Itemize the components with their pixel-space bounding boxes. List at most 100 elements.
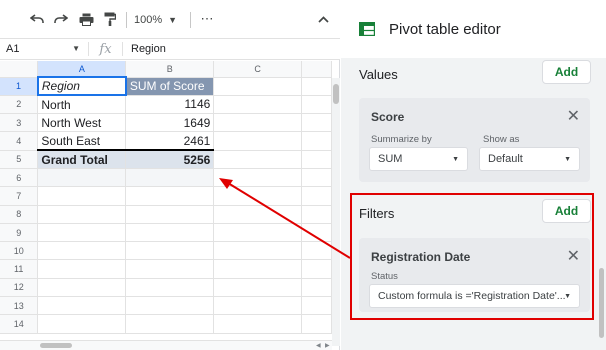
- scrollbar-thumb[interactable]: [333, 84, 339, 104]
- cell[interactable]: [37, 168, 127, 188]
- formula-input[interactable]: Region: [122, 42, 166, 56]
- cell[interactable]: [213, 278, 303, 298]
- column-header-c[interactable]: C: [213, 61, 303, 78]
- pivot-row-value[interactable]: 1649: [125, 113, 215, 133]
- cell[interactable]: [125, 278, 215, 298]
- cell[interactable]: [301, 241, 332, 261]
- cell[interactable]: [37, 205, 127, 224]
- select-all-corner[interactable]: [0, 61, 39, 78]
- pivot-row-label[interactable]: South East: [37, 131, 127, 151]
- zoom-select[interactable]: 100% ▼: [134, 9, 194, 31]
- cell[interactable]: [213, 296, 303, 316]
- cell[interactable]: [301, 150, 332, 169]
- pivot-header-score[interactable]: SUM of Score: [125, 77, 215, 96]
- undo-icon[interactable]: [28, 9, 46, 29]
- cell[interactable]: [37, 241, 127, 261]
- cell[interactable]: [125, 205, 215, 224]
- pivot-row-label[interactable]: North West: [37, 113, 127, 133]
- column-header-b[interactable]: B: [125, 61, 215, 78]
- print-icon[interactable]: [77, 9, 95, 29]
- cell[interactable]: [213, 314, 303, 334]
- cell[interactable]: [301, 259, 332, 279]
- row-header[interactable]: 5: [0, 150, 39, 169]
- cell[interactable]: [125, 186, 215, 206]
- cell[interactable]: [37, 296, 127, 316]
- grand-total-value[interactable]: 5256: [125, 149, 215, 169]
- pivot-header-region[interactable]: Region: [36, 75, 127, 97]
- cell[interactable]: [213, 77, 303, 96]
- row-header[interactable]: 2: [0, 95, 39, 115]
- pivot-row-label[interactable]: North: [37, 95, 127, 115]
- editor-scrollbar[interactable]: [599, 268, 604, 338]
- cell[interactable]: [125, 296, 215, 316]
- cell[interactable]: [125, 241, 215, 261]
- cell[interactable]: [213, 259, 303, 279]
- row-header[interactable]: 9: [0, 223, 39, 243]
- pivot-row-value[interactable]: 1146: [125, 95, 215, 115]
- cell[interactable]: [213, 113, 303, 133]
- cell[interactable]: [301, 205, 332, 224]
- cell[interactable]: [301, 95, 332, 115]
- cell[interactable]: [37, 223, 127, 243]
- row-header[interactable]: 13: [0, 296, 39, 316]
- cell[interactable]: [37, 186, 127, 206]
- close-icon[interactable]: ✕: [567, 106, 580, 126]
- cell[interactable]: [125, 168, 215, 188]
- row-header[interactable]: 12: [0, 278, 39, 298]
- cell[interactable]: [213, 186, 303, 206]
- pivot-row-value[interactable]: 2461: [125, 131, 215, 151]
- cell[interactable]: [125, 223, 215, 243]
- cell[interactable]: [213, 205, 303, 224]
- cell[interactable]: [37, 278, 127, 298]
- row-header[interactable]: 14: [0, 314, 39, 334]
- cell[interactable]: [301, 186, 332, 206]
- paint-format-icon[interactable]: [101, 9, 119, 29]
- cell[interactable]: [213, 241, 303, 261]
- cell[interactable]: [301, 131, 332, 151]
- name-box[interactable]: A1 ▼: [0, 39, 88, 59]
- scroll-left-icon[interactable]: ◀: [316, 342, 321, 349]
- cell[interactable]: [301, 77, 332, 96]
- cell[interactable]: [125, 259, 215, 279]
- row-header[interactable]: 3: [0, 113, 39, 133]
- row-header[interactable]: 11: [0, 259, 39, 279]
- scrollbar-thumb[interactable]: [40, 343, 72, 348]
- column-header-a[interactable]: A: [37, 61, 127, 78]
- horizontal-scrollbar[interactable]: ◀ ▶: [0, 340, 332, 350]
- toolbar-divider: [126, 12, 127, 28]
- row-header[interactable]: 6: [0, 168, 39, 188]
- column-header-d[interactable]: [301, 61, 332, 78]
- more-options-icon[interactable]: ⋯: [198, 9, 216, 29]
- add-value-button[interactable]: Add: [542, 60, 591, 84]
- cell[interactable]: [301, 113, 332, 133]
- sheet-table: A B C 1 Region SUM of Score 2 North 1146…: [0, 61, 332, 334]
- row-header[interactable]: 10: [0, 241, 39, 261]
- grand-total-label[interactable]: Grand Total: [37, 149, 127, 169]
- collapse-menu-icon[interactable]: [318, 12, 329, 26]
- cell[interactable]: [37, 314, 127, 334]
- row-header[interactable]: 8: [0, 205, 39, 224]
- cell[interactable]: [213, 168, 303, 188]
- chevron-down-icon: ▼: [168, 15, 178, 25]
- vertical-scrollbar[interactable]: [332, 78, 340, 346]
- cell[interactable]: [213, 150, 303, 169]
- redo-icon[interactable]: [52, 9, 70, 29]
- cell[interactable]: [301, 296, 332, 316]
- cell[interactable]: [301, 223, 332, 243]
- cell-reference: A1: [6, 43, 20, 55]
- cell[interactable]: [213, 223, 303, 243]
- cell[interactable]: [37, 259, 127, 279]
- show-as-select[interactable]: Default ▼: [479, 147, 580, 171]
- row-header[interactable]: 7: [0, 186, 39, 206]
- values-section-title: Values: [359, 67, 398, 82]
- cell[interactable]: [213, 131, 303, 151]
- cell[interactable]: [213, 95, 303, 115]
- row-header[interactable]: 1: [0, 77, 39, 96]
- scroll-right-icon[interactable]: ▶: [325, 342, 330, 349]
- cell[interactable]: [125, 314, 215, 334]
- cell[interactable]: [301, 314, 332, 334]
- row-header[interactable]: 4: [0, 131, 39, 151]
- cell[interactable]: [301, 278, 332, 298]
- cell[interactable]: [301, 168, 332, 188]
- summarize-by-select[interactable]: SUM ▼: [369, 147, 468, 171]
